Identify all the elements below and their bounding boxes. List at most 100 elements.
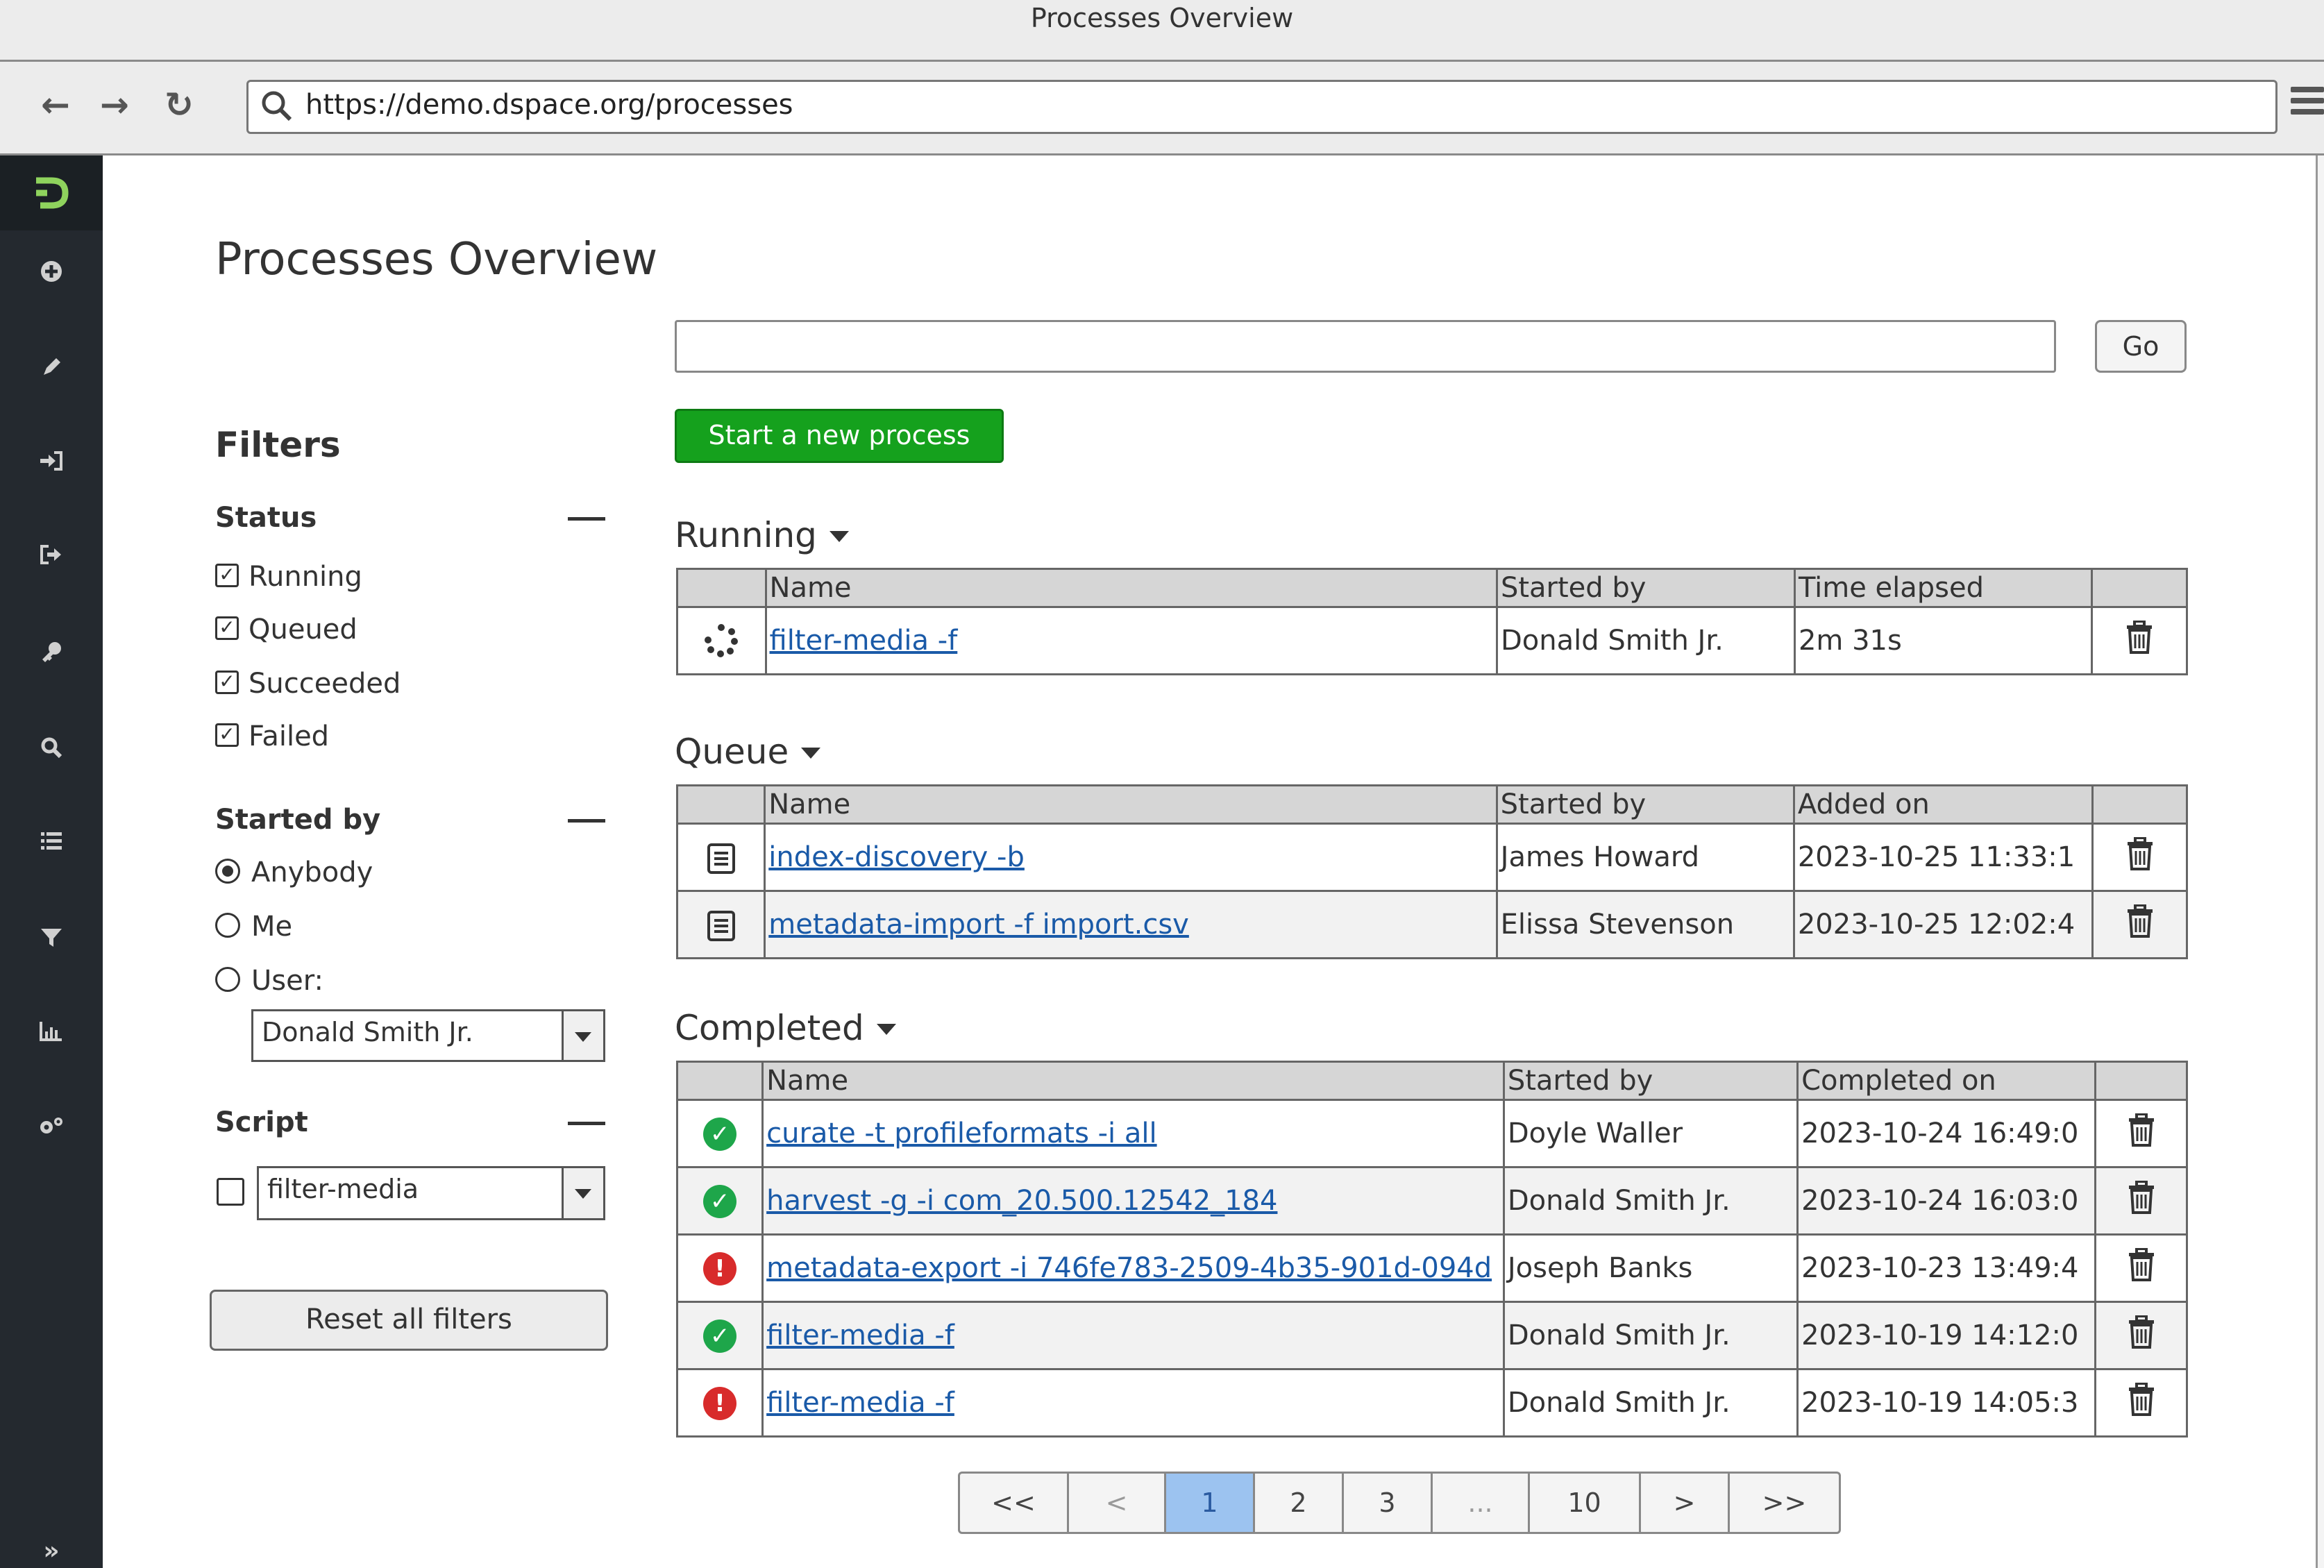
page-next-button[interactable]: > — [1641, 1472, 1730, 1534]
status-collapse-icon[interactable] — [568, 517, 605, 521]
trash-icon[interactable] — [2128, 1180, 2155, 1214]
search-input[interactable] — [675, 320, 2056, 373]
page-last-button[interactable]: >> — [1730, 1472, 1841, 1534]
start-new-process-button[interactable]: Start a new process — [675, 409, 1004, 463]
page-first-button[interactable]: << — [958, 1472, 1069, 1534]
completed-on-cell: 2023-10-19 14:12:0 — [1796, 1301, 2097, 1370]
success-check-icon: ✓ — [703, 1184, 737, 1218]
caret-down-icon — [801, 747, 821, 759]
user-select[interactable]: Donald Smith Jr. — [251, 1009, 605, 1062]
table-row: ✓ filter-media -f Donald Smith Jr. 2023-… — [675, 1301, 2188, 1370]
process-link[interactable]: filter-media -f — [766, 1320, 954, 1351]
process-link[interactable]: filter-media -f — [766, 1387, 954, 1419]
completed-on-cell: 2023-10-24 16:49:0 — [1796, 1099, 2097, 1168]
running-section-toggle[interactable]: Running — [675, 515, 849, 555]
page-scrollbar[interactable] — [2316, 155, 2324, 1568]
column-header-name: Name — [764, 568, 1498, 608]
started-by-option-me[interactable]: Me — [215, 911, 292, 945]
page-2-button[interactable]: 2 — [1255, 1472, 1344, 1534]
script-filter-title: Script — [215, 1106, 308, 1138]
checkbox-checked-icon[interactable]: ✓ — [215, 723, 239, 747]
sidebar-expand-icon[interactable]: » — [0, 1537, 103, 1565]
process-link[interactable]: metadata-export -i 746fe783-2509-4b35-90… — [766, 1252, 1492, 1284]
script-collapse-icon[interactable] — [568, 1122, 605, 1125]
spinner-icon — [703, 623, 739, 659]
radio-empty-icon[interactable] — [215, 913, 240, 938]
checkbox-checked-icon[interactable]: ✓ — [215, 671, 239, 694]
trash-icon[interactable] — [2128, 1315, 2155, 1349]
page-1-button[interactable]: 1 — [1166, 1472, 1255, 1534]
column-header-icon — [675, 784, 766, 825]
process-link[interactable]: index-discovery -b — [768, 841, 1025, 873]
started-by-cell: Doyle Waller — [1502, 1099, 1799, 1168]
back-arrow-icon[interactable]: ← — [35, 84, 76, 126]
process-link[interactable]: curate -t profileformats -i all — [766, 1118, 1157, 1149]
script-select[interactable]: filter-media — [257, 1166, 605, 1220]
key-icon[interactable] — [0, 640, 103, 669]
pencil-icon[interactable] — [0, 355, 103, 385]
window-titlebar: Processes Overview — [0, 0, 2324, 62]
trash-icon[interactable] — [2126, 836, 2154, 870]
hamburger-menu-icon[interactable] — [2291, 81, 2324, 130]
status-option-failed[interactable]: ✓ Failed — [215, 720, 329, 755]
trash-icon[interactable] — [2125, 620, 2153, 654]
trash-icon[interactable] — [2128, 1113, 2155, 1147]
trash-icon[interactable] — [2128, 1247, 2155, 1281]
list-icon[interactable] — [0, 830, 103, 857]
checkbox-checked-icon[interactable]: ✓ — [215, 616, 239, 640]
started-by-option-anybody[interactable]: Anybody — [215, 857, 373, 891]
reset-filters-button[interactable]: Reset all filters — [210, 1290, 608, 1351]
logout-icon[interactable] — [0, 544, 103, 571]
trash-icon[interactable] — [2126, 904, 2154, 938]
started-by-collapse-icon[interactable] — [568, 819, 605, 823]
completed-on-cell: 2023-10-23 13:49:4 — [1796, 1233, 2097, 1303]
started-by-cell: James Howard — [1495, 823, 1795, 892]
started-by-cell: Donald Smith Jr. — [1495, 606, 1796, 675]
chevron-down-icon[interactable] — [562, 1011, 603, 1060]
column-header-time-elapsed: Time elapsed — [1793, 568, 2093, 608]
added-on-cell: 2023-10-25 12:02:4 — [1792, 890, 2094, 959]
success-check-icon: ✓ — [703, 1319, 737, 1353]
page-previous-button[interactable]: < — [1069, 1472, 1166, 1534]
column-header-started-by: Started by — [1495, 568, 1796, 608]
search-icon[interactable] — [0, 736, 103, 765]
completed-section-toggle[interactable]: Completed — [675, 1008, 896, 1048]
filter-icon[interactable] — [0, 926, 103, 955]
time-elapsed-cell: 2m 31s — [1793, 606, 2093, 675]
go-button[interactable]: Go — [2095, 320, 2187, 373]
started-by-cell: Elissa Stevenson — [1495, 890, 1795, 959]
radio-empty-icon[interactable] — [215, 967, 240, 992]
page-ellipsis: ... — [1433, 1472, 1530, 1534]
table-row: ! metadata-export -i 746fe783-2509-4b35-… — [675, 1233, 2188, 1303]
page-10-button[interactable]: 10 — [1530, 1472, 1641, 1534]
login-icon[interactable] — [0, 450, 103, 477]
queue-section-toggle[interactable]: Queue — [675, 732, 821, 772]
reload-icon[interactable]: ↻ — [158, 84, 200, 126]
process-link[interactable]: metadata-import -f import.csv — [768, 909, 1189, 941]
forward-arrow-icon[interactable]: → — [94, 84, 135, 126]
table-row: index-discovery -b James Howard 2023-10-… — [675, 823, 2188, 892]
script-checkbox[interactable] — [217, 1178, 244, 1206]
gears-icon[interactable] — [0, 1115, 103, 1144]
failure-exclamation-icon: ! — [703, 1386, 737, 1420]
page-3-button[interactable]: 3 — [1344, 1472, 1433, 1534]
process-link[interactable]: filter-media -f — [770, 625, 958, 657]
status-option-succeeded[interactable]: ✓ Succeeded — [215, 668, 401, 702]
trash-icon[interactable] — [2128, 1382, 2155, 1416]
chevron-down-icon[interactable] — [562, 1168, 603, 1218]
address-bar[interactable]: https://demo.dspace.org/processes — [246, 80, 2277, 134]
status-option-queued[interactable]: ✓ Queued — [215, 614, 357, 648]
queue-table: Name Started by Added on index-discovery… — [675, 784, 2188, 959]
queued-icon — [707, 910, 735, 941]
process-link[interactable]: harvest -g -i com_20.500.12542_184 — [766, 1185, 1277, 1217]
chart-icon[interactable] — [0, 1020, 103, 1047]
dspace-logo[interactable] — [0, 155, 103, 230]
add-icon[interactable] — [0, 260, 103, 289]
started-by-option-user[interactable]: User: — [215, 965, 323, 1000]
radio-selected-icon[interactable] — [215, 859, 240, 884]
completed-table: Name Started by Completed on ✓ curate -t… — [675, 1061, 2188, 1438]
status-option-running[interactable]: ✓ Running — [215, 561, 362, 596]
column-header-name: Name — [764, 784, 1498, 825]
checkbox-checked-icon[interactable]: ✓ — [215, 564, 239, 587]
table-row: ✓ harvest -g -i com_20.500.12542_184 Don… — [675, 1166, 2188, 1236]
